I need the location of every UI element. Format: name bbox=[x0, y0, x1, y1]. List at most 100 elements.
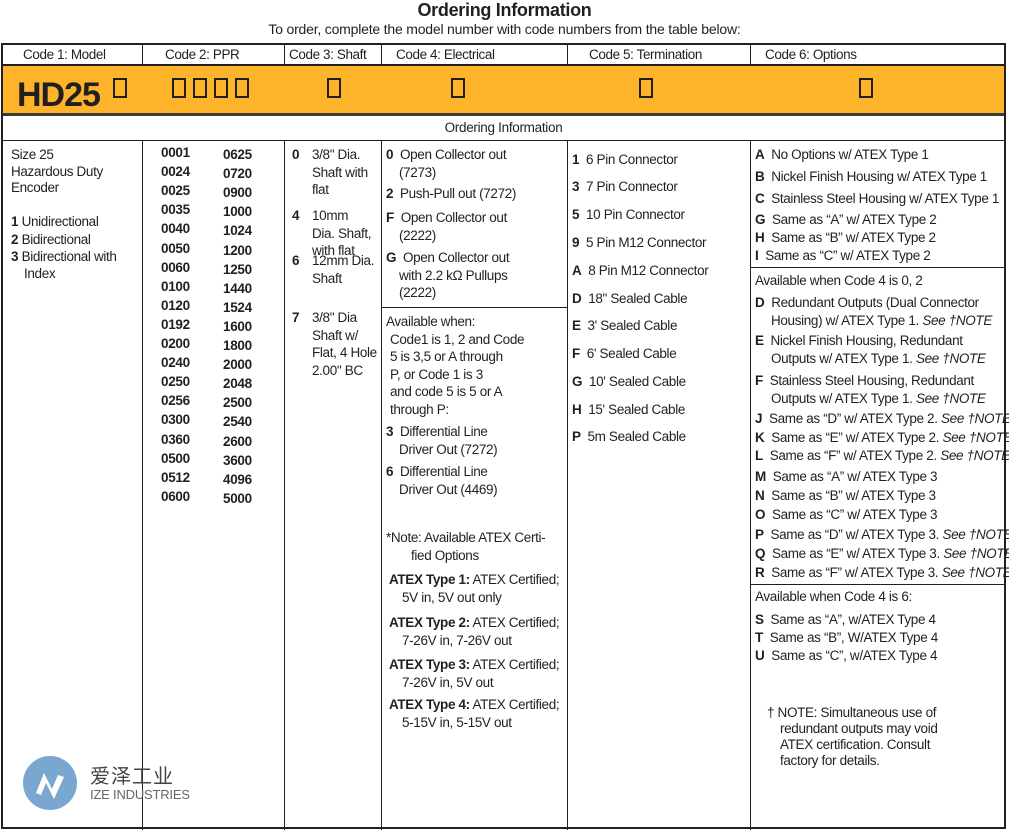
shaft-code: 7 bbox=[292, 310, 300, 325]
atex-text: ATEX Certified; bbox=[472, 697, 560, 712]
code-label: Open Collector out bbox=[400, 210, 508, 225]
footnote-line: ATEX certification. Consult bbox=[780, 737, 931, 752]
shaft-code: 4 bbox=[292, 208, 300, 223]
ppr-value: 1524 bbox=[223, 299, 252, 315]
code3-box[interactable] bbox=[327, 78, 341, 98]
code-label: 10 Pin Connector bbox=[585, 207, 685, 222]
atex-type: ATEX Type 2: ATEX Certified; bbox=[389, 614, 560, 632]
ppr-value: 0240 bbox=[161, 355, 190, 371]
ppr-value: 0360 bbox=[161, 431, 190, 447]
atex-label: ATEX Type 4: bbox=[389, 697, 470, 712]
option-item-cont: Outputs w/ ATEX Type 1. See †NOTE bbox=[771, 390, 986, 408]
shaft-desc: Flat, 4 Hole bbox=[312, 345, 377, 361]
code-label: Same as “A”, w/ATEX Type 4 bbox=[770, 612, 936, 627]
shaft-code: 0 bbox=[292, 147, 300, 162]
code-label: Same as “C”, w/ATEX Type 4 bbox=[771, 648, 938, 663]
code-letter: J bbox=[755, 411, 763, 426]
electrical-condition: through P: bbox=[390, 402, 449, 417]
ppr-value: 4096 bbox=[223, 471, 252, 487]
code-letter: F bbox=[755, 373, 763, 388]
ppr-value: 0500 bbox=[161, 450, 190, 466]
code-letter: E bbox=[755, 333, 764, 348]
shaft-desc: 3/8" Dia. bbox=[312, 147, 361, 162]
electrical-condition: P, or Code 1 is 3 bbox=[390, 366, 483, 382]
shaft-desc: 12mm Dia. bbox=[312, 253, 375, 268]
code-letter: I bbox=[755, 248, 759, 263]
code-label: 3' Sealed Cable bbox=[587, 318, 678, 333]
code-label: Same as “B” w/ ATEX Type 2 bbox=[771, 230, 936, 245]
electrical-desc: with 2.2 kΩ Pullups bbox=[399, 267, 508, 283]
code5-box[interactable] bbox=[639, 78, 653, 98]
see-note-link: See †NOTE bbox=[942, 527, 1009, 542]
option-item: D Redundant Outputs (Dual Connector bbox=[755, 294, 979, 312]
model-number-band: HD25 bbox=[3, 64, 1004, 116]
code4-box[interactable] bbox=[451, 78, 465, 98]
footnote-line: † NOTE: Simultaneous use of bbox=[767, 705, 937, 720]
see-note-link: See †NOTE bbox=[942, 430, 1009, 445]
code-label: 15' Sealed Cable bbox=[588, 402, 686, 417]
code2-box-3[interactable] bbox=[214, 78, 228, 98]
shaft-desc: Shaft bbox=[312, 270, 342, 286]
header-code5: Code 5: Termination bbox=[589, 47, 702, 62]
ppr-value: 0600 bbox=[161, 488, 190, 504]
termination-option: D 18" Sealed Cable bbox=[572, 290, 688, 308]
code-label: Nickel Finish Housing w/ ATEX Type 1 bbox=[771, 169, 987, 184]
atex-text: ATEX Certified; bbox=[472, 615, 560, 630]
code-letter: 1 bbox=[572, 152, 580, 167]
section-header: Ordering Information bbox=[3, 116, 1004, 141]
option-item-cont: Outputs w/ ATEX Type 1. See †NOTE bbox=[771, 350, 986, 368]
option-item: Q Same as “E” w/ ATEX Type 3. See †NOTE bbox=[755, 545, 1009, 563]
atex-note: fied Options bbox=[411, 548, 479, 563]
ppr-value: 1440 bbox=[223, 280, 252, 296]
option-item: E Nickel Finish Housing, Redundant bbox=[755, 332, 963, 350]
option-cont-text: Outputs w/ ATEX Type 1. bbox=[771, 351, 913, 366]
ppr-value: 0040 bbox=[161, 221, 190, 237]
shaft-desc: 3/8" Dia bbox=[312, 310, 357, 325]
code2-box-1[interactable] bbox=[172, 78, 186, 98]
electrical-desc: Driver Out (7272) bbox=[399, 441, 498, 457]
code-letter: U bbox=[755, 648, 765, 663]
code-letter: C bbox=[755, 191, 765, 206]
ppr-value: 0512 bbox=[161, 469, 190, 485]
termination-option: 5 10 Pin Connector bbox=[572, 206, 685, 224]
option-group-title: Available when Code 4 is 6: bbox=[755, 589, 912, 604]
ppr-value: 0900 bbox=[223, 185, 252, 201]
option-item: S Same as “A”, w/ATEX Type 4 bbox=[755, 611, 936, 629]
code1-box[interactable] bbox=[113, 78, 127, 98]
code-letter: Q bbox=[755, 546, 766, 561]
model-option-1: 1 Unidirectional bbox=[11, 214, 99, 229]
option-item: M Same as “A” w/ ATEX Type 3 bbox=[755, 468, 938, 486]
electrical-condition: Code1 is 1, 2 and Code bbox=[390, 331, 525, 347]
atex-detail: 7-26V in, 7-26V out bbox=[402, 633, 512, 648]
ppr-value: 0050 bbox=[161, 240, 190, 256]
code2-box-2[interactable] bbox=[193, 78, 207, 98]
see-note-link: See †NOTE bbox=[941, 565, 1009, 580]
shaft-desc: Shaft with bbox=[312, 164, 368, 180]
code-letter: 9 bbox=[572, 235, 580, 250]
code-letter: P bbox=[755, 527, 764, 542]
ppr-value: 1000 bbox=[223, 204, 252, 220]
code-letter: H bbox=[572, 402, 582, 417]
termination-option: 1 6 Pin Connector bbox=[572, 151, 678, 169]
termination-option: 3 7 Pin Connector bbox=[572, 178, 678, 196]
termination-option: F 6' Sealed Cable bbox=[572, 345, 677, 363]
code-label: Nickel Finish Housing, Redundant bbox=[770, 333, 963, 348]
code-label: Same as “A” w/ ATEX Type 3 bbox=[772, 469, 938, 484]
code-label: Same as “A” w/ ATEX Type 2 bbox=[771, 212, 937, 227]
shaft-desc: 2.00" BC bbox=[312, 362, 363, 378]
atex-label: ATEX Type 1: bbox=[389, 572, 470, 587]
code-letter: 2 bbox=[386, 186, 394, 201]
code2-box-4[interactable] bbox=[235, 78, 249, 98]
code-label: 6 Pin Connector bbox=[585, 152, 678, 167]
see-note-link: See †NOTE bbox=[941, 411, 1009, 426]
code6-box[interactable] bbox=[859, 78, 873, 98]
code-letter: D bbox=[755, 295, 765, 310]
code-letter: N bbox=[755, 488, 765, 503]
option-item: P Same as “D” w/ ATEX Type 3. See †NOTE bbox=[755, 526, 1009, 544]
code-label: No Options w/ ATEX Type 1 bbox=[771, 147, 929, 162]
code-letter: L bbox=[755, 448, 763, 463]
ppr-value: 0100 bbox=[161, 278, 190, 294]
option-item: G Same as “A” w/ ATEX Type 2 bbox=[755, 211, 937, 229]
ppr-value: 1250 bbox=[223, 261, 252, 277]
ppr-value: 0200 bbox=[161, 336, 190, 351]
